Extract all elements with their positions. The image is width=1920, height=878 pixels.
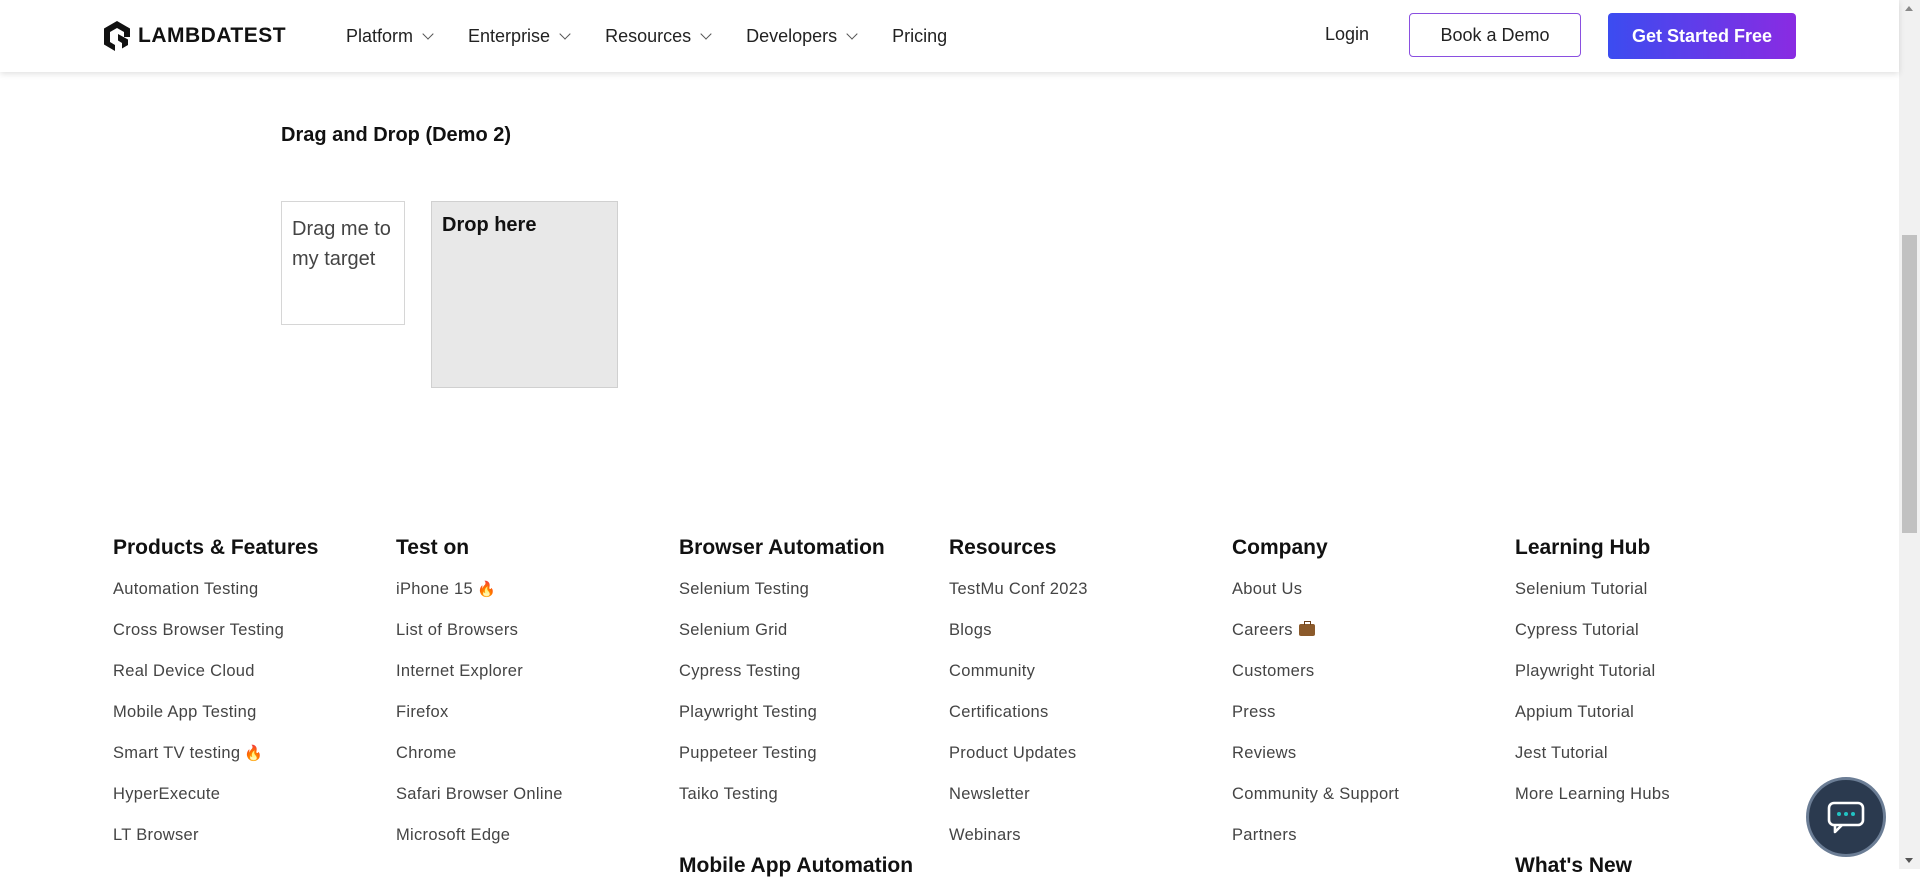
book-demo-button[interactable]: Book a Demo: [1409, 13, 1581, 57]
footer-col-learning-hub: Learning Hub Selenium Tutorial Cypress T…: [1515, 536, 1670, 825]
footer-link-label: Careers: [1232, 621, 1293, 639]
footer-subheading-mobile-automation: Mobile App Automation: [679, 854, 914, 877]
drop-target[interactable]: Drop here: [431, 201, 618, 388]
footer-link-label: iPhone 15: [396, 580, 474, 598]
footer-link[interactable]: List of Browsers: [396, 620, 563, 661]
footer-link[interactable]: Playwright Tutorial: [1515, 661, 1670, 702]
footer-col-products: Products & Features Automation Testing C…: [113, 536, 318, 866]
footer-link[interactable]: Cypress Tutorial: [1515, 620, 1670, 661]
get-started-button[interactable]: Get Started Free: [1608, 13, 1796, 59]
footer-link[interactable]: Chrome: [396, 743, 563, 784]
footer-link[interactable]: LT Browser: [113, 825, 318, 866]
footer-link[interactable]: About Us: [1232, 579, 1399, 620]
nav-developers[interactable]: Developers: [746, 25, 858, 47]
chevron-down-icon: [846, 28, 858, 40]
footer-link[interactable]: Community: [949, 661, 1088, 702]
demo-title: Drag and Drop (Demo 2): [281, 124, 512, 146]
chevron-down-icon: [700, 28, 712, 40]
footer-link[interactable]: Selenium Testing: [679, 579, 885, 620]
chat-widget-button[interactable]: [1806, 777, 1886, 857]
fire-icon: 🔥: [244, 745, 264, 762]
footer-link[interactable]: Certifications: [949, 702, 1088, 743]
login-link[interactable]: Login: [1325, 24, 1369, 45]
footer-link[interactable]: iPhone 15 🔥: [396, 579, 563, 620]
footer-link[interactable]: Cross Browser Testing: [113, 620, 318, 661]
footer-col-heading: Resources: [949, 536, 1057, 559]
nav-enterprise[interactable]: Enterprise: [468, 25, 571, 47]
footer-link[interactable]: HyperExecute: [113, 784, 318, 825]
footer-link[interactable]: Playwright Testing: [679, 702, 885, 743]
scrollbar-thumb[interactable]: [1902, 235, 1917, 533]
footer-col-company: Company About Us Careers Customers Press…: [1232, 536, 1399, 866]
footer-link[interactable]: Community & Support: [1232, 784, 1399, 825]
footer-link[interactable]: Selenium Tutorial: [1515, 579, 1670, 620]
footer-link[interactable]: TestMu Conf 2023: [949, 579, 1088, 620]
nav-label: Resources: [605, 25, 692, 46]
footer-link[interactable]: Partners: [1232, 825, 1399, 866]
footer-col-heading: Browser Automation: [679, 536, 885, 559]
footer-link[interactable]: Reviews: [1232, 743, 1399, 784]
footer-col-resources: Resources TestMu Conf 2023 Blogs Communi…: [949, 536, 1088, 866]
nav-label: Developers: [746, 25, 838, 46]
scroll-up-arrow-icon[interactable]: [1905, 6, 1913, 11]
footer-link[interactable]: Selenium Grid: [679, 620, 885, 661]
footer-link[interactable]: Firefox: [396, 702, 563, 743]
footer-col-browser-automation: Browser Automation Selenium Testing Sele…: [679, 536, 885, 825]
footer-link[interactable]: Careers: [1232, 620, 1399, 661]
footer-link[interactable]: Microsoft Edge: [396, 825, 563, 866]
nav-label: Platform: [346, 25, 414, 46]
footer-link[interactable]: Real Device Cloud: [113, 661, 318, 702]
footer-link[interactable]: Blogs: [949, 620, 1088, 661]
footer-link[interactable]: Mobile App Testing: [113, 702, 318, 743]
footer-link[interactable]: Appium Tutorial: [1515, 702, 1670, 743]
footer-link[interactable]: Taiko Testing: [679, 784, 885, 825]
footer-subheading-whats-new: What's New: [1515, 854, 1633, 877]
page-scrollbar[interactable]: [1899, 0, 1920, 869]
footer-link[interactable]: Smart TV testing 🔥: [113, 743, 318, 784]
lambdatest-logo[interactable]: LAMBDATEST: [102, 20, 286, 52]
draggable-box[interactable]: Drag me to my target: [281, 201, 405, 325]
chevron-down-icon: [422, 28, 434, 40]
footer-link-label: Smart TV testing: [113, 744, 241, 762]
footer-link[interactable]: Customers: [1232, 661, 1399, 702]
footer-link[interactable]: Safari Browser Online: [396, 784, 563, 825]
footer-col-heading: Products & Features: [113, 536, 319, 559]
lambdatest-logo-icon: [104, 21, 130, 51]
footer-link[interactable]: Automation Testing: [113, 579, 318, 620]
footer-link[interactable]: Webinars: [949, 825, 1088, 866]
chevron-down-icon: [559, 28, 571, 40]
footer-col-test-on: Test on iPhone 15 🔥 List of Browsers Inte…: [396, 536, 563, 866]
footer-col-heading: Learning Hub: [1515, 536, 1651, 559]
nav-label: Pricing: [892, 25, 948, 46]
scroll-down-arrow-icon[interactable]: [1905, 858, 1913, 863]
footer-link[interactable]: Press: [1232, 702, 1399, 743]
nav-resources[interactable]: Resources: [605, 25, 712, 47]
footer-link[interactable]: Internet Explorer: [396, 661, 563, 702]
footer-link[interactable]: Puppeteer Testing: [679, 743, 885, 784]
briefcase-icon: [1298, 621, 1315, 636]
site-header: LAMBDATEST Platform Enterprise Resources…: [0, 0, 1899, 72]
footer-link[interactable]: Newsletter: [949, 784, 1088, 825]
nav-pricing[interactable]: Pricing: [892, 26, 947, 47]
footer-link[interactable]: Jest Tutorial: [1515, 743, 1670, 784]
nav-platform[interactable]: Platform: [346, 25, 434, 47]
footer-col-heading: Company: [1232, 536, 1328, 559]
main-nav: Platform Enterprise Resources Developers…: [346, 0, 983, 72]
logo-text: LAMBDATEST: [138, 24, 287, 47]
footer-col-heading: Test on: [396, 536, 470, 559]
fire-icon: 🔥: [477, 581, 496, 598]
nav-label: Enterprise: [468, 25, 551, 46]
footer-link[interactable]: More Learning Hubs: [1515, 784, 1670, 825]
chat-bubble-icon: [1827, 801, 1865, 834]
footer-link[interactable]: Product Updates: [949, 743, 1088, 784]
footer-link[interactable]: Cypress Testing: [679, 661, 885, 702]
